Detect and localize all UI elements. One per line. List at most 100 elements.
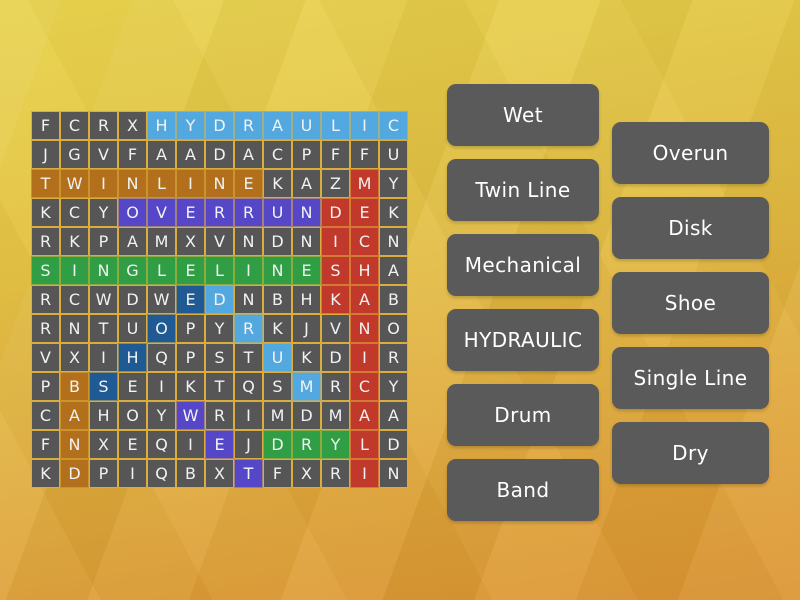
grid-cell[interactable]: R (321, 459, 350, 488)
grid-cell[interactable]: K (176, 372, 205, 401)
grid-cell[interactable]: C (379, 111, 408, 140)
grid-cell[interactable]: V (89, 140, 118, 169)
grid-cell[interactable]: V (147, 198, 176, 227)
grid-cell[interactable]: W (147, 285, 176, 314)
grid-cell[interactable]: R (89, 111, 118, 140)
grid-cell[interactable]: K (263, 314, 292, 343)
grid-cell[interactable]: F (31, 111, 60, 140)
grid-cell[interactable]: N (89, 256, 118, 285)
word-chip[interactable]: Drum (447, 384, 599, 446)
grid-cell[interactable]: G (118, 256, 147, 285)
grid-cell[interactable]: K (292, 343, 321, 372)
grid-cell[interactable]: I (147, 372, 176, 401)
grid-cell[interactable]: I (89, 343, 118, 372)
grid-cell[interactable]: S (321, 256, 350, 285)
grid-cell[interactable]: S (205, 343, 234, 372)
grid-cell[interactable]: M (321, 401, 350, 430)
grid-cell[interactable]: U (263, 198, 292, 227)
grid-cell[interactable]: E (176, 198, 205, 227)
grid-cell[interactable]: S (31, 256, 60, 285)
grid-cell[interactable]: E (176, 256, 205, 285)
grid-cell[interactable]: L (205, 256, 234, 285)
grid-cell[interactable]: U (379, 140, 408, 169)
grid-cell[interactable]: D (205, 111, 234, 140)
grid-cell[interactable]: Y (147, 401, 176, 430)
grid-cell[interactable]: X (292, 459, 321, 488)
grid-cell[interactable]: R (234, 314, 263, 343)
grid-cell[interactable]: R (31, 285, 60, 314)
word-chip[interactable]: Disk (612, 197, 769, 259)
word-chip[interactable]: Wet (447, 84, 599, 146)
grid-cell[interactable]: W (60, 169, 89, 198)
grid-cell[interactable]: D (118, 285, 147, 314)
grid-cell[interactable]: N (263, 256, 292, 285)
grid-cell[interactable]: J (292, 314, 321, 343)
grid-cell[interactable]: C (31, 401, 60, 430)
grid-cell[interactable]: F (263, 459, 292, 488)
grid-cell[interactable]: P (89, 227, 118, 256)
word-chip[interactable]: Dry (612, 422, 769, 484)
grid-cell[interactable]: A (350, 401, 379, 430)
grid-cell[interactable]: N (379, 459, 408, 488)
grid-cell[interactable]: I (234, 401, 263, 430)
grid-cell[interactable]: O (118, 198, 147, 227)
grid-cell[interactable]: E (118, 430, 147, 459)
grid-cell[interactable]: Q (147, 430, 176, 459)
grid-cell[interactable]: C (263, 140, 292, 169)
grid-cell[interactable]: I (60, 256, 89, 285)
grid-cell[interactable]: T (234, 343, 263, 372)
grid-cell[interactable]: Y (176, 111, 205, 140)
grid-cell[interactable]: E (234, 169, 263, 198)
word-chip[interactable]: Band (447, 459, 599, 521)
grid-cell[interactable]: H (292, 285, 321, 314)
grid-cell[interactable]: X (176, 227, 205, 256)
grid-cell[interactable]: N (60, 430, 89, 459)
word-chip[interactable]: Twin Line (447, 159, 599, 221)
grid-cell[interactable]: N (60, 314, 89, 343)
grid-cell[interactable]: W (89, 285, 118, 314)
grid-cell[interactable]: N (205, 169, 234, 198)
grid-cell[interactable]: D (205, 140, 234, 169)
grid-cell[interactable]: E (118, 372, 147, 401)
grid-cell[interactable]: X (205, 459, 234, 488)
grid-cell[interactable]: R (205, 198, 234, 227)
grid-cell[interactable]: E (350, 198, 379, 227)
grid-cell[interactable]: P (176, 343, 205, 372)
grid-cell[interactable]: X (118, 111, 147, 140)
grid-cell[interactable]: M (350, 169, 379, 198)
grid-cell[interactable]: N (292, 227, 321, 256)
grid-cell[interactable]: E (205, 430, 234, 459)
grid-cell[interactable]: Y (379, 169, 408, 198)
grid-cell[interactable]: P (31, 372, 60, 401)
word-chip[interactable]: Single Line (612, 347, 769, 409)
grid-cell[interactable]: A (176, 140, 205, 169)
word-chip[interactable]: Overun (612, 122, 769, 184)
grid-cell[interactable]: Z (321, 169, 350, 198)
grid-cell[interactable]: A (379, 256, 408, 285)
grid-cell[interactable]: O (147, 314, 176, 343)
grid-cell[interactable]: D (292, 401, 321, 430)
grid-cell[interactable]: K (31, 459, 60, 488)
grid-cell[interactable]: A (263, 111, 292, 140)
grid-cell[interactable]: D (60, 459, 89, 488)
grid-cell[interactable]: B (60, 372, 89, 401)
grid-cell[interactable]: U (263, 343, 292, 372)
grid-cell[interactable]: R (292, 430, 321, 459)
grid-cell[interactable]: V (31, 343, 60, 372)
grid-cell[interactable]: V (205, 227, 234, 256)
grid-cell[interactable]: I (118, 459, 147, 488)
grid-cell[interactable]: K (60, 227, 89, 256)
grid-cell[interactable]: I (176, 169, 205, 198)
grid-cell[interactable]: F (31, 430, 60, 459)
grid-cell[interactable]: Y (205, 314, 234, 343)
grid-cell[interactable]: A (118, 227, 147, 256)
grid-cell[interactable]: L (147, 256, 176, 285)
grid-cell[interactable]: I (350, 343, 379, 372)
grid-cell[interactable]: X (60, 343, 89, 372)
grid-cell[interactable]: P (176, 314, 205, 343)
grid-cell[interactable]: I (176, 430, 205, 459)
grid-cell[interactable]: R (234, 111, 263, 140)
grid-cell[interactable]: T (234, 459, 263, 488)
grid-cell[interactable]: A (379, 401, 408, 430)
grid-cell[interactable]: N (234, 227, 263, 256)
